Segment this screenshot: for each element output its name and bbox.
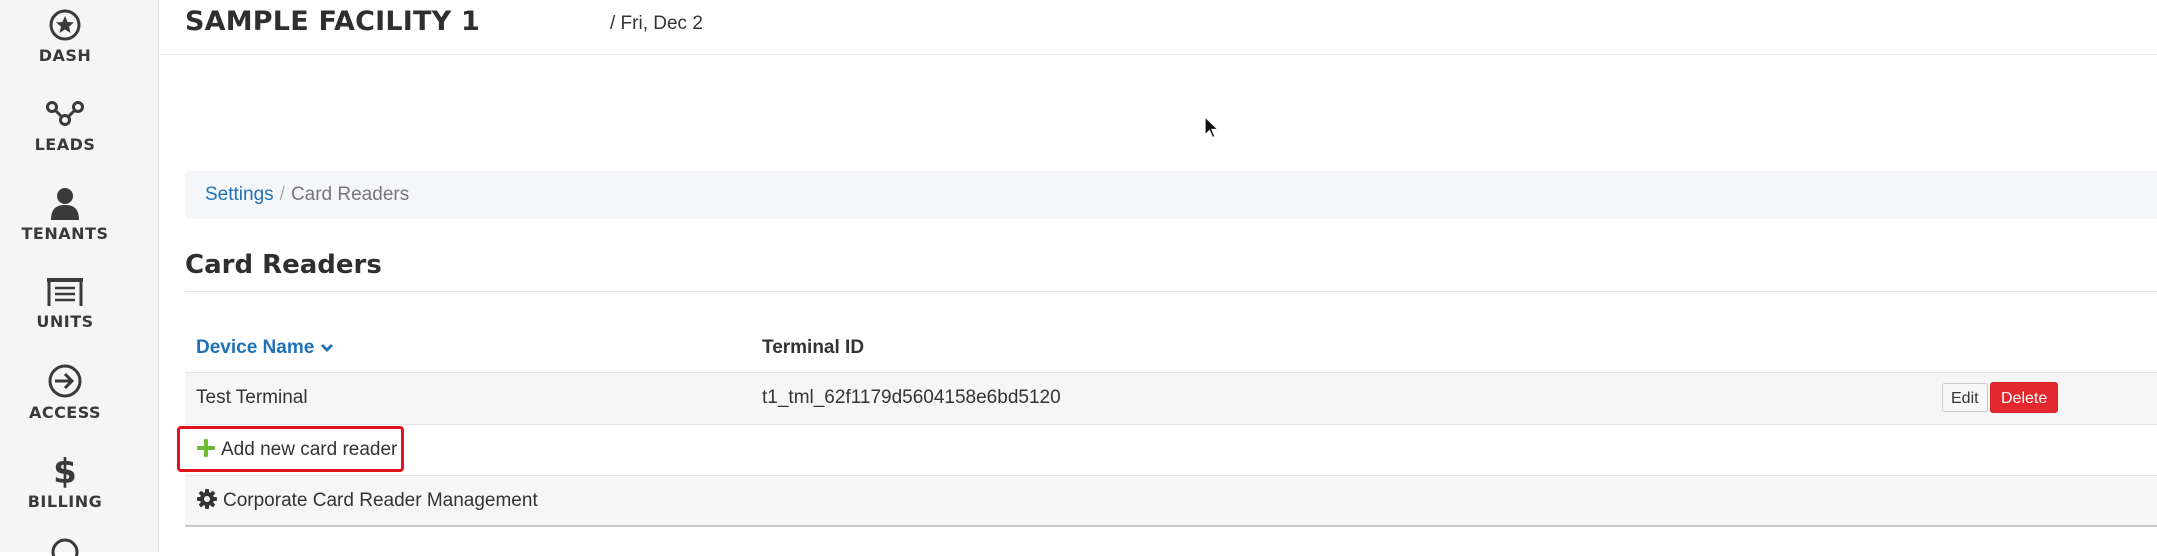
nav-label-billing: BILLING bbox=[27, 492, 103, 511]
top-header: SAMPLE FACILITY 1 / Fri, Dec 2 bbox=[158, 0, 2157, 55]
corporate-row: Corporate Card Reader Management bbox=[185, 475, 2157, 527]
add-card-reader-link[interactable]: Add new card reader bbox=[197, 439, 397, 461]
device-name-sort-header[interactable]: Device Name bbox=[196, 337, 334, 359]
storage-unit-icon bbox=[47, 278, 83, 306]
breadcrumb-current: Card Readers bbox=[290, 184, 410, 205]
terminal-id-header: Terminal ID bbox=[762, 337, 865, 358]
alarm-clock-icon bbox=[51, 538, 79, 556]
add-card-reader-label: Add new card reader bbox=[221, 439, 398, 460]
delete-button[interactable]: Delete bbox=[1990, 382, 2059, 413]
table-row: Test Terminal t1_tml_62f1179d5604158e6bd… bbox=[185, 372, 2157, 425]
header-date: / Fri, Dec 2 bbox=[610, 13, 703, 34]
gear-icon bbox=[197, 489, 217, 509]
terminal-id-cell: t1_tml_62f1179d5604158e6bd5120 bbox=[762, 387, 1061, 408]
nav-item-billing[interactable]: $ BILLING bbox=[0, 452, 130, 511]
chevron-down-icon bbox=[321, 343, 334, 352]
facility-name[interactable]: SAMPLE FACILITY 1 bbox=[185, 6, 480, 37]
star-circle-icon bbox=[49, 9, 81, 41]
add-reader-row: Add new card reader bbox=[177, 425, 2157, 475]
device-name-cell: Test Terminal bbox=[196, 387, 308, 408]
nav-item-more[interactable] bbox=[0, 536, 130, 556]
table-header-row: Device Name Terminal ID bbox=[185, 326, 2157, 372]
nav-item-leads[interactable]: LEADS bbox=[0, 97, 130, 154]
access-arrow-icon bbox=[48, 364, 82, 398]
sidebar: DASH LEADS TENANTS UNITS ACCESS $ BILLIN… bbox=[0, 0, 159, 556]
edit-button[interactable]: Edit bbox=[1942, 383, 1988, 412]
nav-label-leads: LEADS bbox=[34, 135, 96, 154]
nav-item-units[interactable]: UNITS bbox=[0, 276, 130, 331]
nav-label-tenants: TENANTS bbox=[21, 224, 109, 243]
corporate-card-reader-label: Corporate Card Reader Management bbox=[223, 490, 538, 511]
device-name-header-label: Device Name bbox=[196, 337, 315, 358]
person-icon bbox=[51, 188, 79, 220]
nav-label-access: ACCESS bbox=[28, 403, 102, 422]
dollar-icon: $ bbox=[53, 452, 77, 488]
nav-label-dash: DASH bbox=[38, 46, 92, 65]
breadcrumb-settings-link[interactable]: Settings bbox=[205, 184, 274, 205]
corporate-card-reader-link[interactable]: Corporate Card Reader Management bbox=[197, 489, 538, 512]
breadcrumb: Settings / Card Readers bbox=[185, 171, 2157, 219]
nav-label-units: UNITS bbox=[36, 312, 94, 331]
mouse-cursor-icon bbox=[1204, 116, 1220, 139]
title-divider bbox=[185, 291, 2157, 292]
svg-text:$: $ bbox=[53, 452, 77, 488]
leads-network-icon bbox=[46, 101, 84, 126]
page-title: Card Readers bbox=[185, 250, 382, 280]
plus-icon bbox=[197, 439, 215, 457]
nav-item-dash[interactable]: DASH bbox=[0, 8, 130, 65]
nav-item-tenants[interactable]: TENANTS bbox=[0, 186, 130, 243]
nav-item-access[interactable]: ACCESS bbox=[0, 363, 130, 422]
card-readers-table: Device Name Terminal ID Test Terminal t1… bbox=[177, 326, 2157, 527]
breadcrumb-separator: / bbox=[279, 184, 285, 205]
